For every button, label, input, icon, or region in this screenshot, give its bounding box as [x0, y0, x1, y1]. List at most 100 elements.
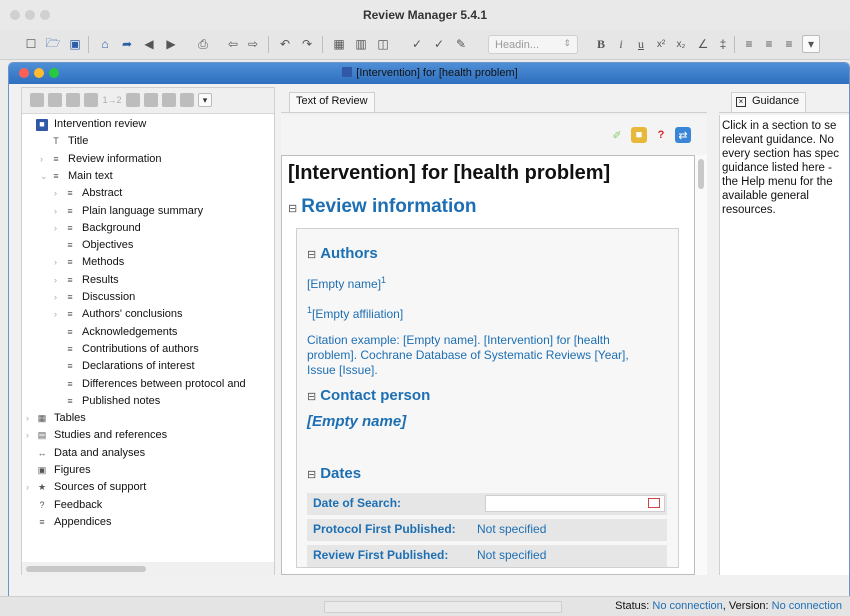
tree-item[interactable]: › ▦ Tables [26, 410, 86, 427]
tree-item[interactable]: ≡ Declarations of interest [54, 358, 194, 375]
affiliation-link[interactable]: 1[Empty affiliation] [307, 305, 403, 321]
home-icon[interactable]: ⌂ [96, 35, 114, 53]
collapse-icon[interactable]: ⊟ [307, 249, 316, 261]
forward-icon[interactable]: ▶ [162, 35, 180, 53]
document-view[interactable]: [Intervention] for [health problem] ⊟ Rev… [281, 155, 695, 575]
tree-item[interactable]: ≡ Acknowledgements [54, 324, 177, 341]
tree-item[interactable]: ▣ Figures [26, 462, 91, 479]
contact-person-name[interactable]: [Empty name] [307, 413, 406, 430]
chevron-icon[interactable]: › [26, 479, 36, 496]
add-section-icon[interactable] [30, 93, 44, 107]
pencil-icon[interactable]: ✐ [609, 127, 625, 143]
outline-scrollbar[interactable] [22, 562, 274, 576]
tree-item[interactable]: › ≡ Results [54, 272, 119, 289]
bold-icon[interactable]: B [592, 35, 610, 53]
tree-item[interactable]: › ≡ Review information [40, 151, 162, 168]
tree-item[interactable]: ■ Intervention review [26, 116, 146, 133]
tree-item[interactable]: ≡ Appendices [26, 514, 111, 531]
date-of-search-input[interactable] [485, 495, 665, 512]
chevron-icon[interactable]: › [26, 410, 36, 427]
new-document-icon[interactable]: ☐ [22, 35, 40, 53]
view-icon[interactable] [180, 93, 194, 107]
tree-item[interactable]: › ≡ Background [54, 220, 141, 237]
tree-item[interactable]: › ≡ Abstract [54, 185, 122, 202]
cut-icon[interactable]: ◫ [374, 35, 392, 53]
paste-icon[interactable]: ▥ [352, 35, 370, 53]
redo-icon[interactable]: ↷ [298, 35, 316, 53]
italic-icon[interactable]: i [612, 35, 630, 53]
chevron-icon[interactable]: ⌄ [40, 168, 50, 185]
move-down-icon[interactable] [144, 93, 158, 107]
close-tab-icon[interactable]: × [736, 97, 746, 107]
arrow-left-icon[interactable]: ⇦ [224, 35, 242, 53]
date-of-search-row: Date of Search: [307, 493, 667, 515]
link-icon[interactable]: ∠ [694, 35, 712, 53]
spellcheck-options-icon[interactable]: ✓ [430, 35, 448, 53]
tree-item[interactable]: › ≡ Discussion [54, 289, 135, 306]
tree-item[interactable]: › ★ Sources of support [26, 479, 146, 496]
delete-section-icon[interactable] [84, 93, 98, 107]
book-icon: ▤ [37, 430, 47, 441]
spellcheck-icon[interactable]: ✓ [408, 35, 426, 53]
tree-item[interactable]: ≡ Published notes [54, 393, 160, 410]
collapse-icon[interactable]: ⊟ [307, 391, 316, 403]
more-menu-icon[interactable]: ▾ [802, 35, 820, 53]
tree-item[interactable]: › ≡ Plain language summary [54, 203, 203, 220]
note-icon[interactable]: ■ [631, 127, 647, 143]
paragraph-style-select[interactable]: Headin... ⇕ [488, 35, 578, 54]
tree-item[interactable]: T Title [40, 133, 88, 150]
scrollbar-thumb[interactable] [26, 566, 146, 572]
back-icon[interactable]: ◀ [140, 35, 158, 53]
tree-item[interactable]: ⌄ ≡ Main text [40, 168, 113, 185]
chevron-icon[interactable]: › [26, 427, 36, 444]
move-up-icon[interactable] [126, 93, 140, 107]
document-scrollbar[interactable] [695, 155, 707, 575]
chevron-icon[interactable]: › [40, 151, 50, 168]
help-icon[interactable]: ? [653, 127, 669, 143]
insert-icon[interactable]: ‡ [714, 35, 732, 53]
chevron-icon[interactable]: › [54, 306, 64, 323]
copy-icon[interactable]: ▦ [330, 35, 348, 53]
swap-icon[interactable]: ⇄ [675, 127, 691, 143]
save-icon[interactable]: ▣ [66, 35, 84, 53]
chevron-icon[interactable]: › [54, 272, 64, 289]
bullet-list-icon[interactable]: ≡ [740, 35, 758, 53]
superscript-icon[interactable]: x² [652, 35, 670, 53]
tab-text-of-review[interactable]: Text of Review [289, 92, 375, 112]
scrollbar-thumb[interactable] [698, 159, 704, 189]
subscript-icon[interactable]: x₂ [672, 35, 690, 53]
chevron-icon[interactable]: › [54, 203, 64, 220]
chevron-icon[interactable]: › [54, 220, 64, 237]
undo-icon[interactable]: ↶ [276, 35, 294, 53]
numbered-list-icon[interactable]: ≡ [760, 35, 778, 53]
edit-section-icon[interactable] [66, 93, 80, 107]
tree-item[interactable]: ≡ Differences between protocol and [54, 376, 245, 393]
add-subsection-icon[interactable] [48, 93, 62, 107]
outline-menu-icon[interactable]: ▾ [198, 93, 212, 107]
tab-guidance[interactable]: × Guidance [731, 92, 807, 112]
indent-icon[interactable]: ≡ [780, 35, 798, 53]
tree-item[interactable]: ↔ Data and analyses [26, 445, 146, 462]
chevron-icon[interactable]: › [54, 185, 64, 202]
guidance-tab-label: Guidance [752, 95, 800, 107]
tree-item[interactable]: ? Feedback [26, 497, 102, 514]
print-icon[interactable]: ⎙ [194, 35, 212, 53]
tree-item[interactable]: › ≡ Methods [54, 254, 124, 271]
collapse-icon[interactable]: ⊟ [307, 469, 316, 481]
collapse-icon[interactable]: ⊟ [288, 203, 297, 215]
author-name-link[interactable]: [Empty name]1 [307, 275, 386, 291]
calendar-icon[interactable] [648, 498, 660, 508]
underline-icon[interactable]: u [632, 35, 650, 53]
annotate-icon[interactable]: ✎ [452, 35, 470, 53]
renumber-icon[interactable]: 1→2 [102, 93, 122, 107]
go-to-icon[interactable]: ➦ [118, 35, 136, 53]
tree-item[interactable]: › ≡ Authors' conclusions [54, 306, 183, 323]
tree-item[interactable]: ≡ Objectives [54, 237, 133, 254]
arrow-right-icon[interactable]: ⇨ [244, 35, 262, 53]
tree-item[interactable]: › ▤ Studies and references [26, 427, 167, 444]
chevron-icon[interactable]: › [54, 289, 64, 306]
chevron-icon[interactable]: › [54, 254, 64, 271]
properties-icon[interactable] [162, 93, 176, 107]
tree-item[interactable]: ≡ Contributions of authors [54, 341, 198, 358]
open-folder-icon[interactable]: 🗁 [44, 35, 62, 53]
